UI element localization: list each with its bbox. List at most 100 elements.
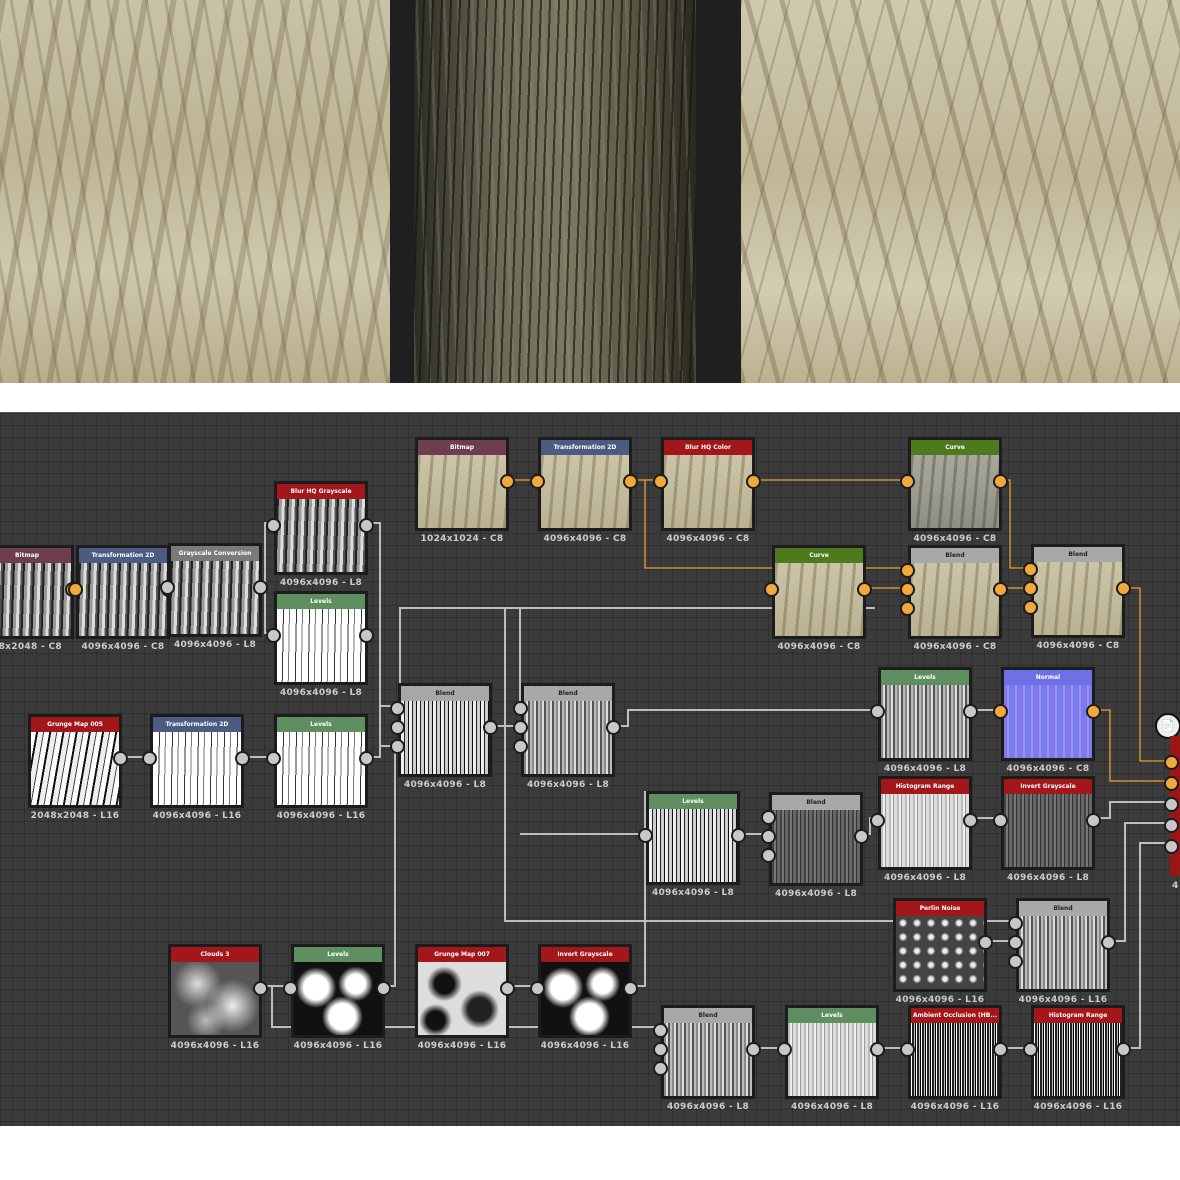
- output-port[interactable]: [483, 720, 498, 735]
- input-port[interactable]: [142, 751, 157, 766]
- output-port[interactable]: [113, 751, 128, 766]
- node-ambient-occlusion-hb[interactable]: Ambient Occlusion (HB... 4096x4096 - L16: [900, 1005, 1008, 1112]
- output-port[interactable]: [870, 1042, 885, 1057]
- output-node-input-port[interactable]: [1164, 797, 1179, 812]
- output-node-input-port[interactable]: [1164, 839, 1179, 854]
- node-curve[interactable]: Curve 4096x4096 - C8: [764, 545, 872, 652]
- input-port[interactable]: [653, 1042, 668, 1057]
- node-bitmap[interactable]: Bitmap 48x2048 - C8: [0, 545, 80, 652]
- output-port[interactable]: [993, 1042, 1008, 1057]
- output-port[interactable]: [1116, 1042, 1131, 1057]
- input-port[interactable]: [900, 563, 915, 578]
- input-port[interactable]: [777, 1042, 792, 1057]
- node-perlin-noise[interactable]: Perlin Noise 4096x4096 - L16: [893, 898, 993, 1005]
- output-port[interactable]: [359, 628, 374, 643]
- input-port[interactable]: [1023, 581, 1038, 596]
- input-port[interactable]: [530, 474, 545, 489]
- input-port[interactable]: [653, 1061, 668, 1076]
- input-port[interactable]: [761, 810, 776, 825]
- input-port[interactable]: [993, 704, 1008, 719]
- input-port[interactable]: [1008, 916, 1023, 931]
- node-blend[interactable]: Blend 4096x4096 - L8: [761, 792, 869, 899]
- node-transformation-2d[interactable]: Transformation 2D 4096x4096 - C8: [68, 545, 176, 652]
- input-port[interactable]: [390, 739, 405, 754]
- input-port[interactable]: [530, 981, 545, 996]
- output-node-input-port[interactable]: [1164, 776, 1179, 791]
- node-blur-hq-color[interactable]: Blur HQ Color 4096x4096 - C8: [653, 437, 761, 544]
- output-port[interactable]: [235, 751, 250, 766]
- output-port[interactable]: [1101, 935, 1116, 950]
- node-transformation-2d[interactable]: Transformation 2D 4096x4096 - C8: [530, 437, 638, 544]
- output-port[interactable]: [623, 474, 638, 489]
- input-port[interactable]: [653, 474, 668, 489]
- output-port[interactable]: [963, 704, 978, 719]
- input-port[interactable]: [1023, 562, 1038, 577]
- node-levels[interactable]: Levels 4096x4096 - L8: [638, 791, 746, 898]
- node-levels[interactable]: Levels 4096x4096 - L8: [777, 1005, 885, 1112]
- input-port[interactable]: [266, 628, 281, 643]
- node-invert-grayscale[interactable]: Invert Grayscale 4096x4096 - L8: [993, 776, 1101, 883]
- output-port[interactable]: [359, 751, 374, 766]
- input-port[interactable]: [761, 829, 776, 844]
- node-histogram-range[interactable]: Histogram Range 4096x4096 - L8: [870, 776, 978, 883]
- input-port[interactable]: [638, 828, 653, 843]
- input-port[interactable]: [870, 704, 885, 719]
- input-port[interactable]: [1023, 1042, 1038, 1057]
- input-port[interactable]: [68, 582, 83, 597]
- node-invert-grayscale[interactable]: Invert Grayscale 4096x4096 - L16: [530, 944, 638, 1051]
- node-transformation-2d[interactable]: Transformation 2D 4096x4096 - L16: [142, 714, 250, 821]
- output-port[interactable]: [1086, 704, 1101, 719]
- output-node-input-port[interactable]: [1164, 818, 1179, 833]
- input-port[interactable]: [764, 582, 779, 597]
- output-port[interactable]: [993, 474, 1008, 489]
- output-port[interactable]: [606, 720, 621, 735]
- input-port[interactable]: [1008, 954, 1023, 969]
- output-port[interactable]: [623, 981, 638, 996]
- node-blend[interactable]: Blend 4096x4096 - L8: [653, 1005, 761, 1112]
- output-port[interactable]: [978, 935, 993, 950]
- output-port[interactable]: [1086, 813, 1101, 828]
- input-port[interactable]: [653, 1023, 668, 1038]
- output-port[interactable]: [500, 981, 515, 996]
- input-port[interactable]: [266, 518, 281, 533]
- output-port[interactable]: [1116, 581, 1131, 596]
- input-port[interactable]: [513, 701, 528, 716]
- node-levels[interactable]: Levels 4096x4096 - L16: [266, 714, 374, 821]
- output-port[interactable]: [359, 518, 374, 533]
- input-port[interactable]: [993, 813, 1008, 828]
- output-port[interactable]: [746, 1042, 761, 1057]
- input-port[interactable]: [900, 1042, 915, 1057]
- node-clouds-3[interactable]: Clouds 3 4096x4096 - L16: [168, 944, 268, 1051]
- input-port[interactable]: [390, 720, 405, 735]
- input-port[interactable]: [1023, 600, 1038, 615]
- node-graph-canvas[interactable]: 📄 4 Bitmap 1024x1024 - C8 Transformation …: [0, 412, 1180, 1126]
- node-levels[interactable]: Levels 4096x4096 - L8: [266, 591, 374, 698]
- node-grayscale-conversion[interactable]: Grayscale Conversion 4096x4096 - L8: [160, 543, 268, 650]
- input-port[interactable]: [761, 848, 776, 863]
- output-port[interactable]: [376, 981, 391, 996]
- input-port[interactable]: [870, 813, 885, 828]
- output-port[interactable]: [500, 474, 515, 489]
- node-levels[interactable]: Levels 4096x4096 - L8: [870, 667, 978, 774]
- input-port[interactable]: [283, 981, 298, 996]
- input-port[interactable]: [160, 580, 175, 595]
- output-port[interactable]: [993, 582, 1008, 597]
- output-port[interactable]: [253, 981, 268, 996]
- output-port[interactable]: [746, 474, 761, 489]
- node-bitmap[interactable]: Bitmap 1024x1024 - C8: [415, 437, 515, 544]
- input-port[interactable]: [513, 739, 528, 754]
- input-port[interactable]: [1008, 935, 1023, 950]
- output-port[interactable]: [731, 828, 746, 843]
- node-blend[interactable]: Blend 4096x4096 - L8: [513, 683, 621, 790]
- node-grunge-map-007[interactable]: Grunge Map 007 4096x4096 - L16: [415, 944, 515, 1051]
- node-blend[interactable]: Blend 4096x4096 - C8: [900, 545, 1008, 652]
- input-port[interactable]: [900, 582, 915, 597]
- input-port[interactable]: [900, 474, 915, 489]
- node-blend[interactable]: Blend 4096x4096 - L16: [1008, 898, 1116, 1005]
- node-grunge-map-005[interactable]: Grunge Map 005 2048x2048 - L16: [28, 714, 128, 821]
- output-port[interactable]: [963, 813, 978, 828]
- output-port[interactable]: [857, 582, 872, 597]
- node-blur-hq-grayscale[interactable]: Blur HQ Grayscale 4096x4096 - L8: [266, 481, 374, 588]
- input-port[interactable]: [513, 720, 528, 735]
- node-blend[interactable]: Blend 4096x4096 - L8: [390, 683, 498, 790]
